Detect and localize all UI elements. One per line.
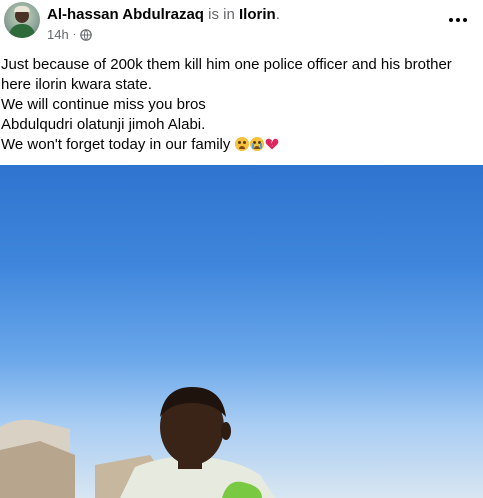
pleading-face-emoji-icon (234, 137, 249, 151)
author-name[interactable]: Al-hassan Abdulrazaq (47, 6, 204, 23)
more-options-dot (463, 18, 467, 22)
post-text-line: We will continue miss you bros (1, 96, 206, 113)
place-name[interactable]: Ilorin (239, 6, 276, 23)
photo-scene (0, 387, 275, 498)
author-avatar[interactable] (4, 2, 40, 38)
crying-face-emoji-icon (249, 137, 264, 151)
photo-person-ear (221, 422, 231, 440)
meta-separator: · (72, 29, 77, 40)
post-text-line-last: We won't forget today in our family (1, 135, 479, 155)
broken-heart-emoji-icon (265, 138, 278, 150)
globe-icon (80, 28, 92, 41)
post-text-line: Abdulqudri olatunji jimoh Alabi. (1, 116, 206, 133)
place-suffix: . (275, 6, 280, 23)
avatar-body (9, 24, 35, 38)
is-in-text: is in (208, 6, 235, 23)
avatar-cap (14, 6, 30, 12)
post-text-line: Just because of 200k them kill him one p… (1, 56, 452, 93)
emoji-row (234, 137, 279, 151)
post-text: Just because of 200k them kill him one p… (1, 55, 479, 155)
post-header-line: Al-hassan Abdulrazaq is in Ilorin. (47, 6, 280, 23)
more-options-button[interactable] (444, 10, 472, 30)
more-options-dot (449, 18, 453, 22)
post-photo[interactable] (0, 165, 483, 498)
post-timestamp[interactable]: 14h (47, 27, 69, 42)
post-text-line-content: We won't forget today in our family (1, 136, 231, 153)
more-options-dot (456, 18, 460, 22)
post-header: Al-hassan Abdulrazaq is in Ilorin. 14h · (0, 0, 483, 50)
post-meta: 14h · (47, 27, 92, 42)
